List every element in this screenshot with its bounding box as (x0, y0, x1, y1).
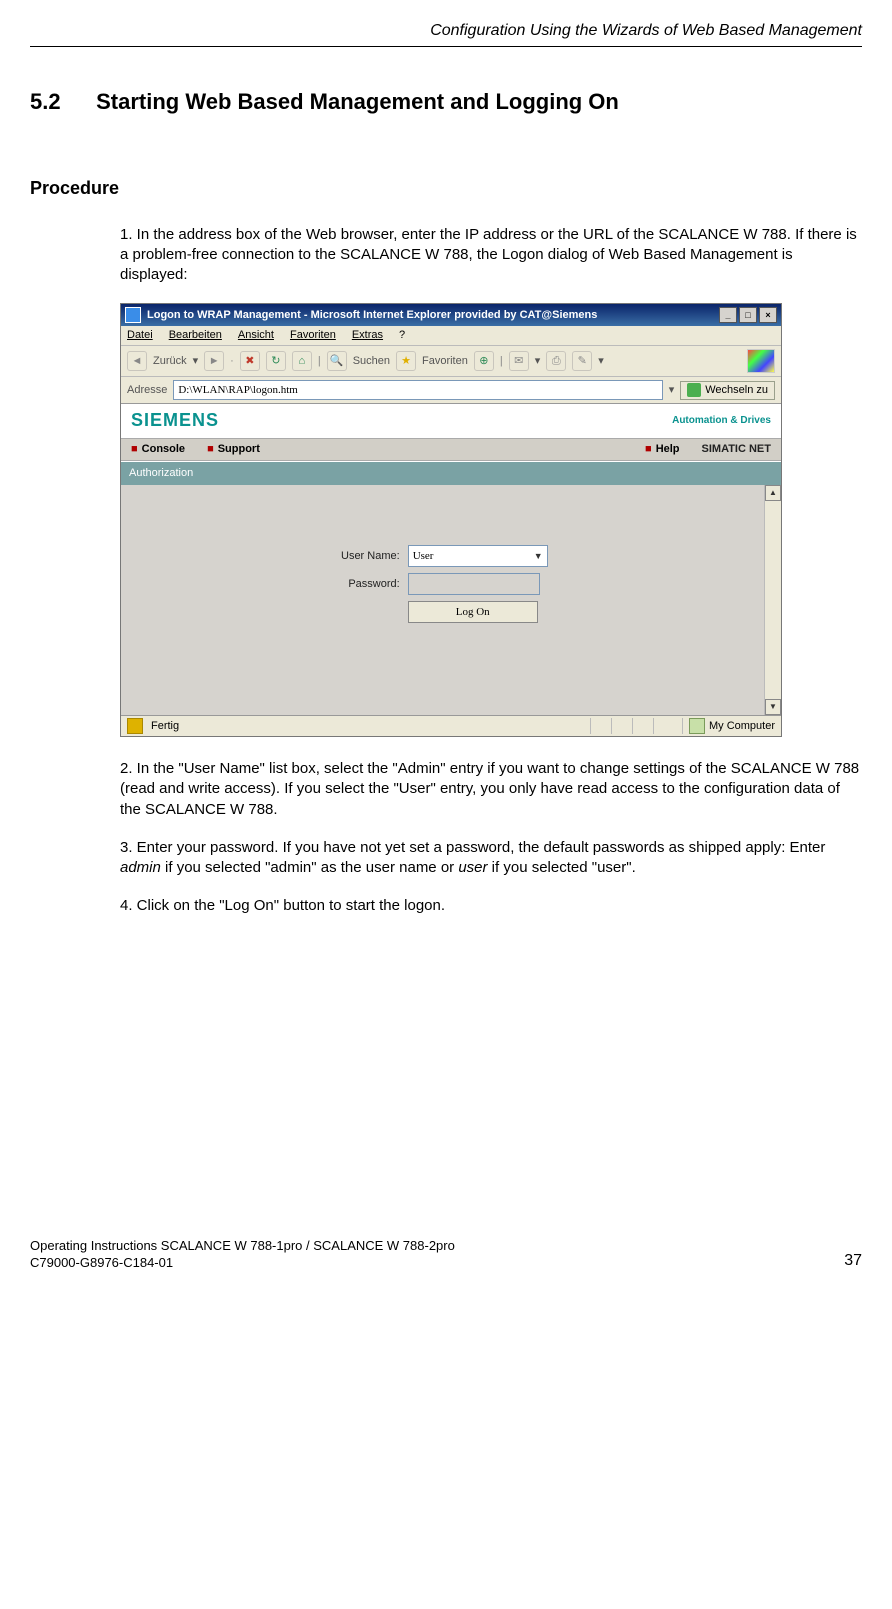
dropdown-caret-icon[interactable]: ▾ (598, 354, 604, 369)
page-number: 37 (844, 1250, 862, 1272)
windows-flag-icon (747, 349, 775, 373)
menu-bearbeiten[interactable]: Bearbeiten (169, 328, 222, 343)
nav-support[interactable]: ■Support (207, 442, 260, 457)
scroll-up-icon[interactable]: ▲ (765, 485, 781, 501)
footer-line-1: Operating Instructions SCALANCE W 788-1p… (30, 1237, 862, 1255)
username-select[interactable]: User ▼ (408, 545, 548, 567)
favorites-icon[interactable]: ★ (396, 351, 416, 371)
brand-row: SIEMENS Automation & Drives (121, 404, 781, 438)
scroll-down-icon[interactable]: ▼ (765, 699, 781, 715)
search-label: Suchen (353, 354, 390, 369)
toolbar: ◄ Zurück ▾ ► · ✖ ↻ ⌂ | 🔍 Suchen ★ Favori… (121, 346, 781, 377)
separator: | (500, 354, 503, 369)
screenshot-logon-dialog: Logon to WRAP Management - Microsoft Int… (120, 303, 782, 737)
menu-ansicht[interactable]: Ansicht (238, 328, 274, 343)
dropdown-caret-icon[interactable]: ▾ (193, 354, 199, 369)
section-number: 5.2 (30, 87, 90, 117)
step3-part-c: if you selected "user". (488, 859, 636, 876)
step-1: 1. In the address box of the Web browser… (120, 225, 862, 286)
edit-icon[interactable]: ✎ (572, 351, 592, 371)
back-label: Zurück (153, 354, 187, 369)
separator: · (230, 354, 234, 369)
status-bar: Fertig My Computer (121, 715, 781, 736)
print-icon[interactable]: ⎙ (546, 351, 566, 371)
nav-help[interactable]: ■Help (645, 442, 680, 457)
password-label: Password: (341, 577, 400, 592)
close-button[interactable]: × (759, 307, 777, 323)
home-icon[interactable]: ⌂ (292, 351, 312, 371)
go-icon (687, 383, 701, 397)
section-title: Starting Web Based Management and Loggin… (96, 89, 619, 114)
vertical-scrollbar[interactable]: ▲ ▼ (764, 485, 781, 715)
step3-user: user (458, 859, 487, 876)
maximize-button[interactable]: □ (739, 307, 757, 323)
nav-bar: ■Console ■Support ■Help SIMATIC NET (121, 438, 781, 461)
computer-icon (689, 718, 705, 734)
procedure-heading: Procedure (30, 176, 862, 200)
username-value: User (413, 550, 434, 562)
back-icon[interactable]: ◄ (127, 351, 147, 371)
ie-icon (125, 307, 141, 323)
minimize-button[interactable]: _ (719, 307, 737, 323)
password-input[interactable] (408, 573, 540, 595)
stop-icon[interactable]: ✖ (240, 351, 260, 371)
status-icon (127, 718, 143, 734)
address-label: Adresse (127, 383, 167, 398)
running-header: Configuration Using the Wizards of Web B… (30, 20, 862, 42)
step-2: 2. In the "User Name" list box, select t… (120, 759, 862, 820)
window-titlebar: Logon to WRAP Management - Microsoft Int… (121, 304, 781, 326)
step3-part-b: if you selected "admin" as the user name… (161, 859, 458, 876)
header-rule (30, 46, 862, 47)
zone-label: My Computer (709, 719, 775, 734)
favorites-label: Favoriten (422, 354, 468, 369)
menu-extras[interactable]: Extras (352, 328, 383, 343)
automation-drives-label: Automation & Drives (672, 415, 771, 426)
authorization-header: Authorization (121, 461, 781, 485)
logon-form: User Name: User ▼ Password: Log On (341, 545, 548, 623)
footer-line-2: C79000-G8976-C184-01 (30, 1254, 862, 1272)
dropdown-caret-icon[interactable]: ▾ (669, 383, 675, 398)
menu-favoriten[interactable]: Favoriten (290, 328, 336, 343)
menu-bar: Datei Bearbeiten Ansicht Favoriten Extra… (121, 326, 781, 346)
step-3: 3. Enter your password. If you have not … (120, 838, 862, 879)
step-4: 4. Click on the "Log On" button to start… (120, 896, 862, 916)
window-title: Logon to WRAP Management - Microsoft Int… (147, 308, 597, 323)
chevron-down-icon: ▼ (534, 551, 543, 561)
status-text: Fertig (151, 719, 179, 734)
go-button[interactable]: Wechseln zu (680, 381, 775, 400)
mail-icon[interactable]: ✉ (509, 351, 529, 371)
step3-admin: admin (120, 859, 161, 876)
dropdown-caret-icon[interactable]: ▾ (535, 354, 541, 369)
zone-indicator: My Computer (682, 718, 775, 734)
username-label: User Name: (341, 549, 400, 564)
content-canvas: User Name: User ▼ Password: Log On ▲ ▼ (121, 485, 781, 715)
forward-icon[interactable]: ► (204, 351, 224, 371)
menu-help[interactable]: ? (399, 328, 405, 343)
address-input[interactable] (173, 380, 662, 400)
go-label: Wechseln zu (705, 383, 768, 398)
nav-console[interactable]: ■Console (131, 442, 185, 457)
media-icon[interactable]: ⊕ (474, 351, 494, 371)
page-footer: Operating Instructions SCALANCE W 788-1p… (30, 1237, 862, 1272)
separator: | (318, 354, 321, 369)
refresh-icon[interactable]: ↻ (266, 351, 286, 371)
simatic-net-label: SIMATIC NET (702, 442, 771, 457)
search-icon[interactable]: 🔍 (327, 351, 347, 371)
step3-part-a: 3. Enter your password. If you have not … (120, 839, 825, 856)
address-bar: Adresse ▾ Wechseln zu (121, 377, 781, 404)
menu-datei[interactable]: Datei (127, 328, 153, 343)
section-heading: 5.2 Starting Web Based Management and Lo… (30, 87, 862, 117)
siemens-logo: SIEMENS (131, 408, 219, 432)
logon-button[interactable]: Log On (408, 601, 538, 623)
